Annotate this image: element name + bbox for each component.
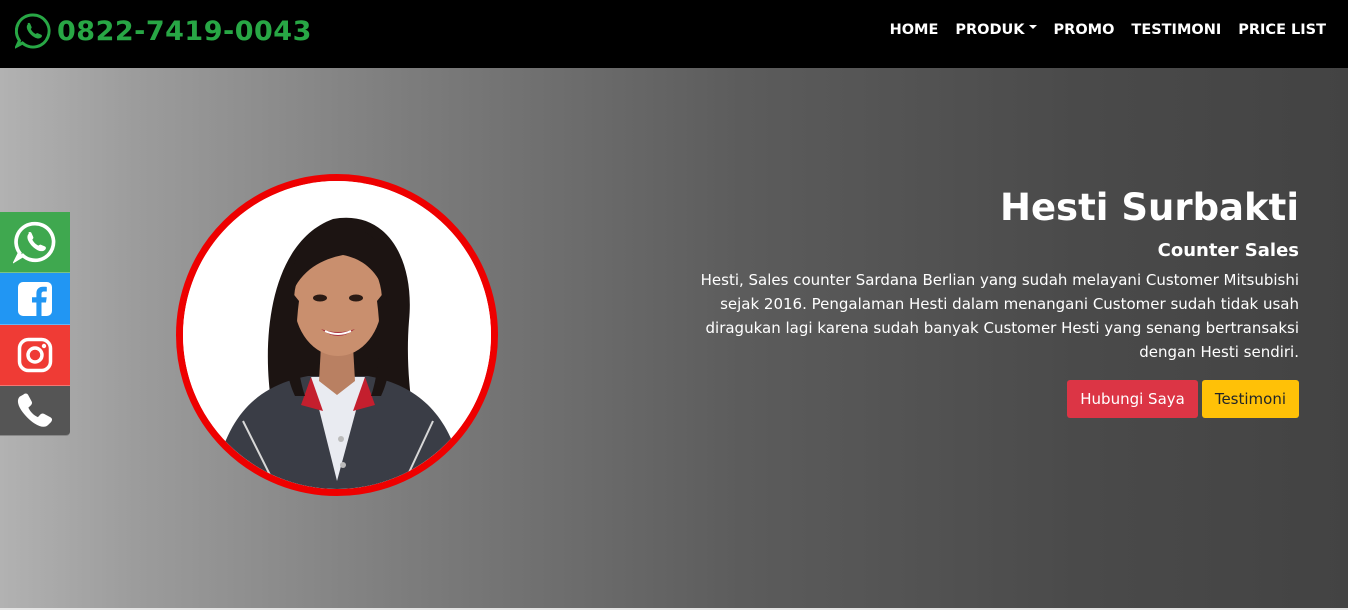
- nav-promo[interactable]: PROMO: [1054, 22, 1115, 38]
- social-facebook-button[interactable]: [0, 273, 70, 325]
- contact-me-button[interactable]: Hubungi Saya: [1067, 380, 1198, 418]
- brand-phone-link[interactable]: 0822-7419-0043: [13, 13, 312, 50]
- testimoni-button[interactable]: Testimoni: [1201, 380, 1299, 418]
- main-nav: HOME PRODUK PROMO TESTIMONI PRICE LIST: [873, 22, 1326, 38]
- profile-description: Hesti, Sales counter Sardana Berlian yan…: [700, 271, 1299, 361]
- nav-testimoni[interactable]: TESTIMONI: [1131, 22, 1221, 38]
- profile-role: Counter Sales: [1157, 240, 1299, 261]
- whatsapp-icon: [13, 221, 56, 264]
- phone-icon: [17, 392, 53, 427]
- profile-photo: [176, 174, 498, 496]
- social-phone-button[interactable]: [0, 386, 70, 436]
- profile-photo-image: [183, 181, 491, 489]
- profile-info: Hesti Surbakti Counter Sales Hesti, Sale…: [679, 186, 1299, 418]
- nav-produk-label: PRODUK: [955, 22, 1025, 38]
- nav-home[interactable]: HOME: [890, 22, 939, 38]
- whatsapp-icon: [13, 13, 51, 50]
- top-navbar: 0822-7419-0043 HOME PRODUK PROMO TESTIMO…: [0, 0, 1348, 68]
- brand-phone-number: 0822-7419-0043: [57, 15, 312, 47]
- profile-actions: Hubungi Saya Testimoni: [679, 380, 1299, 418]
- social-instagram-button[interactable]: [0, 325, 70, 386]
- nav-produk[interactable]: PRODUK: [955, 22, 1037, 38]
- social-whatsapp-button[interactable]: [0, 212, 70, 273]
- instagram-icon: [17, 337, 53, 373]
- profile-name: Hesti Surbakti: [1000, 186, 1299, 229]
- nav-price-list[interactable]: PRICE LIST: [1238, 22, 1326, 38]
- facebook-icon: [18, 281, 52, 316]
- caret-down-icon: [1028, 25, 1037, 29]
- social-sidebar: [0, 212, 70, 436]
